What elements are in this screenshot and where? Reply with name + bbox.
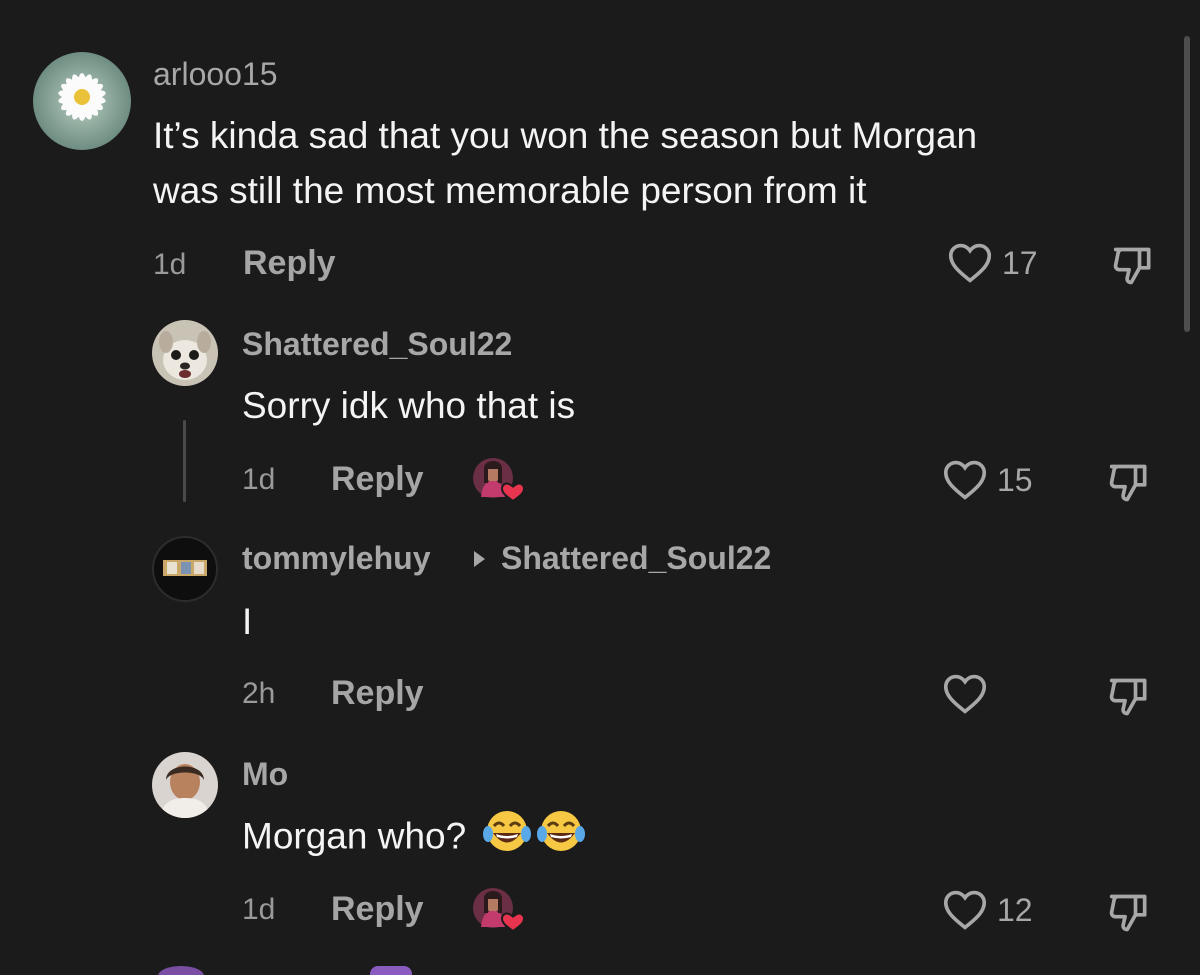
dog-avatar-icon xyxy=(152,320,218,386)
scrollbar[interactable] xyxy=(1184,36,1190,332)
dislike-button[interactable] xyxy=(1110,244,1158,293)
thumbs-down-icon xyxy=(1109,894,1147,932)
heart-icon xyxy=(943,460,987,500)
comment-username[interactable]: tommylehuy xyxy=(242,540,430,577)
comment-username[interactable]: arlooo15 xyxy=(153,56,278,93)
comment-text: It’s kinda sad that you won the season b… xyxy=(153,115,978,156)
comment-timestamp: 1d xyxy=(242,463,276,496)
reply-button[interactable]: Reply xyxy=(331,890,424,929)
comment-text: was still the most memorable person from… xyxy=(153,170,867,211)
person-avatar-icon xyxy=(152,752,218,818)
like-button[interactable]: 12 xyxy=(943,889,1033,931)
comment-text: Sorry idk who that is xyxy=(242,385,576,426)
laughing-emoji-icon xyxy=(482,808,588,869)
reply-arrow-icon xyxy=(474,550,485,567)
reply-button[interactable]: Reply xyxy=(243,244,336,283)
like-count: 12 xyxy=(997,891,1033,928)
like-button[interactable]: 17 xyxy=(948,242,1038,284)
avatar[interactable] xyxy=(33,52,131,150)
heart-icon xyxy=(943,674,987,714)
reply-to-username[interactable]: Shattered_Soul22 xyxy=(474,540,771,577)
avatar[interactable] xyxy=(152,320,218,386)
like-button[interactable]: 15 xyxy=(943,459,1033,501)
daisy-avatar-icon xyxy=(33,52,131,150)
like-count: 15 xyxy=(997,461,1033,498)
thumbs-down-icon xyxy=(1109,464,1147,502)
creator-heart-icon xyxy=(473,888,526,933)
photo-avatar-icon xyxy=(154,538,216,600)
comment-text-body: Morgan who? xyxy=(242,815,467,857)
next-badge-partial xyxy=(370,966,412,975)
comment-text: I xyxy=(242,601,253,642)
creator-heart-icon xyxy=(473,458,526,503)
avatar[interactable] xyxy=(152,752,218,818)
comment-username[interactable]: Mo xyxy=(242,756,288,793)
comment-timestamp: 1d xyxy=(242,893,276,926)
like-count: 17 xyxy=(1002,244,1038,281)
comments-panel: arlooo15 It’s kinda sad that you won the… xyxy=(0,0,1200,975)
reply-button[interactable]: Reply xyxy=(331,674,424,713)
next-avatar-partial xyxy=(158,966,204,975)
reply-button[interactable]: Reply xyxy=(331,460,424,499)
avatar[interactable] xyxy=(152,536,218,602)
thread-line xyxy=(183,420,186,502)
like-button[interactable] xyxy=(943,673,997,715)
comment-timestamp: 2h xyxy=(242,677,276,710)
reply-to-label: Shattered_Soul22 xyxy=(501,540,772,576)
creator-liked-badge xyxy=(472,457,526,503)
creator-liked-badge xyxy=(472,887,526,933)
heart-icon xyxy=(948,243,992,283)
comment-timestamp: 1d xyxy=(153,248,187,281)
dislike-button[interactable] xyxy=(1106,891,1154,940)
heart-icon xyxy=(943,890,987,930)
dislike-button[interactable] xyxy=(1106,675,1154,724)
thumbs-down-icon xyxy=(1113,247,1151,285)
comment-username[interactable]: Shattered_Soul22 xyxy=(242,326,512,363)
dislike-button[interactable] xyxy=(1106,461,1154,510)
thumbs-down-icon xyxy=(1109,678,1147,716)
comment-text: Morgan who? xyxy=(242,808,588,869)
